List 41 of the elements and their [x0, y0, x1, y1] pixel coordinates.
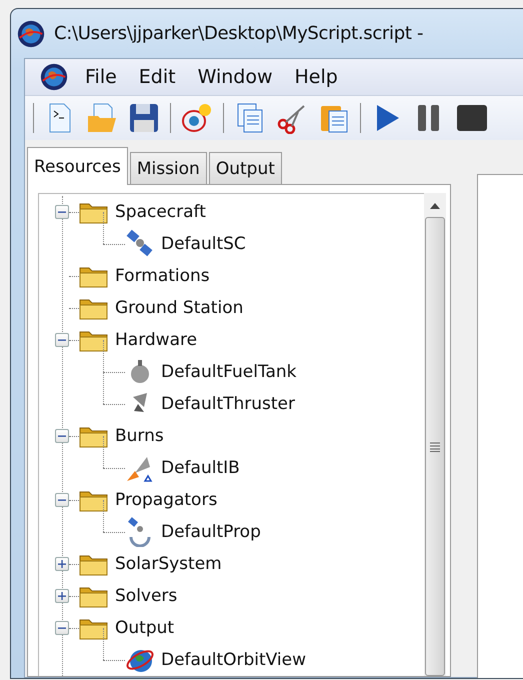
- tree-item[interactable]: Spacecraft: [115, 202, 206, 222]
- collapse-button[interactable]: [55, 205, 69, 219]
- tree-item[interactable]: Propagators: [115, 490, 218, 510]
- menu-item[interactable]: Window: [192, 66, 279, 88]
- tree-item[interactable]: DefaultFuelTank: [161, 362, 297, 382]
- tree-item[interactable]: Ground Station: [115, 298, 244, 318]
- tree-item[interactable]: DefaultProp: [161, 522, 261, 542]
- plus-icon: [58, 592, 66, 600]
- tree-item[interactable]: SolarSystem: [115, 554, 222, 574]
- tree-item[interactable]: Formations: [115, 266, 210, 286]
- expand-button[interactable]: [55, 589, 69, 603]
- scroll-up-icon[interactable]: [430, 203, 440, 209]
- tree-item[interactable]: DefaultOrbitView: [161, 650, 306, 670]
- menu-item[interactable]: Edit: [132, 66, 182, 88]
- expand-button[interactable]: [55, 557, 69, 571]
- menu-item[interactable]: File: [79, 66, 123, 88]
- plus-icon: [58, 560, 66, 568]
- scrollbar-thumb[interactable]: [425, 217, 445, 676]
- tab[interactable]: Output: [208, 152, 282, 184]
- stop-icon[interactable]: [455, 102, 487, 134]
- app-logo-icon: [39, 62, 69, 92]
- menu-item[interactable]: Help: [288, 66, 344, 88]
- tree-item[interactable]: Hardware: [115, 330, 198, 350]
- satellite-icon: [125, 229, 155, 259]
- open-folder-icon[interactable]: [86, 102, 118, 134]
- tree-item[interactable]: DefaultSC: [161, 234, 246, 254]
- window-title: C:\Users\jjparker\Desktop\MyScript.script -: [54, 23, 424, 44]
- tree-item[interactable]: Output: [115, 618, 174, 638]
- tree-item[interactable]: DefaultIB: [161, 458, 240, 478]
- tab[interactable]: Mission: [130, 152, 207, 184]
- collapse-button[interactable]: [55, 493, 69, 507]
- collapse-button[interactable]: [55, 429, 69, 443]
- tree-item[interactable]: Solvers: [115, 586, 178, 606]
- tree-item[interactable]: Burns: [115, 426, 164, 446]
- tree-item[interactable]: DefaultThruster: [161, 394, 296, 414]
- collapse-button[interactable]: [55, 621, 69, 635]
- collapse-button[interactable]: [55, 333, 69, 347]
- globe-icon[interactable]: [181, 102, 213, 134]
- save-icon[interactable]: [128, 102, 160, 134]
- app-logo-icon: [16, 18, 46, 48]
- tab[interactable]: Resources: [27, 147, 128, 185]
